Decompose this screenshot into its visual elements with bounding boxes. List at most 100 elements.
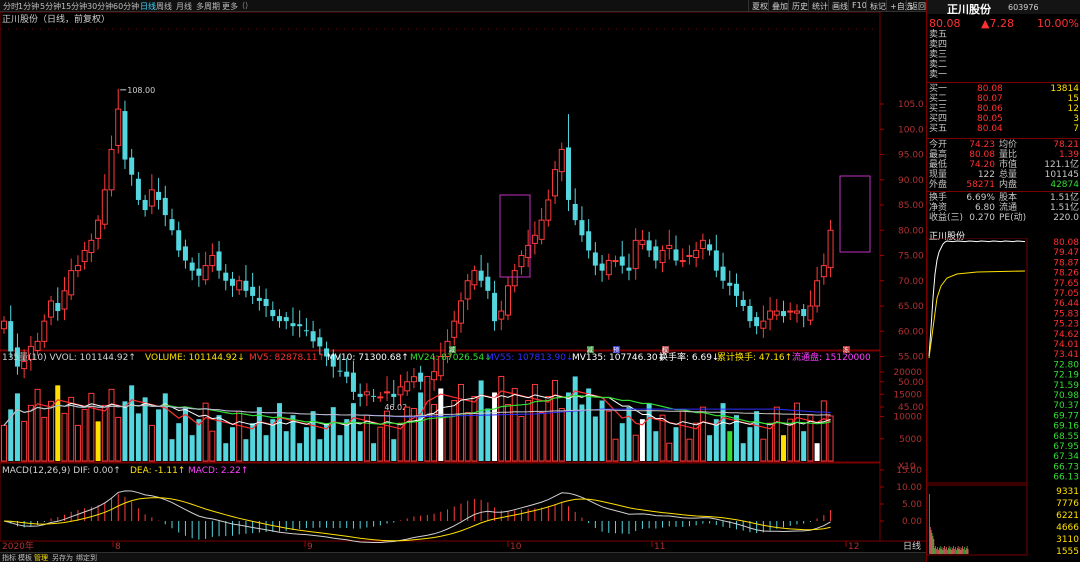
candle-body-up [767, 310, 774, 320]
intraday-volume-bar [941, 547, 943, 554]
indicator-toolbar: 指标 模板 管理 另存为 绑定到 [0, 552, 926, 562]
mini-price-label: 67.95 [1053, 442, 1079, 452]
mini-price-label: 76.44 [1053, 299, 1079, 309]
candle-body-up [108, 148, 115, 191]
price-axis-label: 45.00 [898, 403, 924, 413]
order-book-row: 买二 80.07 15 [929, 94, 1079, 104]
date-axis-month: 10 [510, 542, 522, 550]
period-tab[interactable]: 更多 [222, 1, 238, 12]
price-axis-label: 55.00 [898, 353, 924, 363]
period-tab[interactable]: 15分钟 [61, 1, 87, 12]
order-book: 卖五 卖四 卖三 卖二 卖一 买一 80.08 13814 买二 80.07 15 买三 80.06 12… [927, 30, 1080, 140]
volume-bar [740, 443, 746, 461]
candle-body-up [81, 249, 88, 263]
orderbook-divider [927, 82, 1080, 83]
period-tab[interactable]: 多周期 [196, 1, 220, 12]
indicator-tab[interactable]: 模板 [18, 553, 32, 562]
period-tab[interactable]: 月线 [176, 1, 192, 12]
candle-body-up [48, 300, 55, 318]
stat-value: 80.08 [969, 150, 995, 160]
candle-body-up [148, 189, 155, 207]
intraday-volume-bar [942, 550, 944, 554]
chart-area[interactable]: 正川股份（日线，前复权） 105.0 100.0 95.00 90.00 85.00 80.… [0, 11, 926, 552]
mv10-line [3, 393, 831, 426]
toolbar-button[interactable]: 夏权 [748, 0, 770, 11]
stat-label: 内盘 [999, 180, 1018, 190]
stats-row: 今开 74.23 均价 78.21 [929, 140, 1079, 150]
intraday-volume-bar [952, 548, 954, 554]
volume-bar [612, 438, 619, 462]
period-tab[interactable]: 60分钟 [113, 1, 139, 12]
order-label: 买二 [929, 94, 948, 104]
more-arrows-icon[interactable]: ⟨⟩ [242, 1, 248, 10]
candle-body-down [55, 302, 61, 312]
toolbar-button[interactable]: 统计 [808, 0, 830, 11]
stats-row: 最高 80.08 量比 1.39 [929, 150, 1079, 160]
volume-bar [498, 375, 505, 462]
volume-bar [101, 404, 108, 462]
indicator-tab[interactable]: 指标 [2, 553, 16, 562]
intraday-mini-chart[interactable]: 80.0879.4778.8778.2677.6577.0576.4475.83… [927, 238, 1080, 556]
candle-body-down [391, 393, 397, 397]
volume-bar [814, 443, 820, 461]
indicator-tab[interactable]: 绑定到 [76, 553, 97, 562]
volume-bar [781, 435, 787, 461]
period-tab[interactable]: 1分钟 [18, 1, 39, 12]
candle-body-down [733, 283, 739, 296]
macd-axis-label: 5.00 [902, 500, 922, 510]
candle-body-down [478, 270, 484, 281]
volume-bar [444, 416, 451, 462]
indicator-tab[interactable]: 管理 [34, 553, 48, 562]
volume-bar [95, 421, 101, 461]
candle-body-down [277, 316, 283, 322]
candle-body-up [209, 255, 216, 267]
stats-row: 外盘 58271 内盘 42874 [929, 180, 1079, 190]
stat-value: 74.20 [969, 160, 995, 170]
candle-body-down [283, 317, 289, 322]
volume-bar [283, 431, 289, 461]
toolbar-button[interactable]: 历史 [788, 0, 810, 11]
candle-body-down [129, 157, 135, 175]
toolbar-button[interactable]: 叠加 [768, 0, 790, 11]
mini-volume-label: 6221 [1056, 511, 1079, 521]
toolbar-button[interactable]: 标记 [866, 0, 888, 11]
candle-body-up [666, 244, 673, 249]
candle-body-up [404, 381, 411, 392]
mini-price-label: 66.13 [1053, 473, 1079, 483]
candle-body-down [599, 263, 605, 271]
intraday-volume-bar [966, 546, 968, 554]
volume-bar [653, 431, 659, 461]
price-change-pct: 10.00% [1037, 17, 1079, 30]
intraday-volume-bar [960, 550, 962, 554]
candle-body-up [236, 280, 243, 291]
candle-body-up [760, 320, 767, 329]
indicator-tab[interactable]: 另存为 [52, 553, 73, 562]
intraday-price-line [928, 240, 1026, 357]
period-tab[interactable]: 30分钟 [87, 1, 113, 12]
volume-legend-item: MV5: 82878.11↑ [249, 353, 325, 363]
order-price: 80.07 [977, 94, 1003, 104]
volume-legend-item: 累计换手: 47.16↑ [717, 351, 792, 363]
period-tab[interactable]: 分时 [3, 1, 19, 12]
volume-legend-item: MV135: 107746.30↓ [572, 353, 665, 363]
intraday-volume-bar [940, 549, 942, 554]
volume-bar [176, 423, 182, 461]
order-volume: 7 [1073, 124, 1079, 134]
candle-body-down [646, 240, 652, 251]
period-tab[interactable]: 日线 [140, 1, 156, 12]
volume-bar [511, 387, 518, 462]
intraday-volume-bar [943, 548, 945, 554]
toolbar-button[interactable]: 返回 [906, 0, 928, 11]
intraday-volume-bar [965, 550, 966, 554]
kline-chart[interactable]: 正川股份（日线，前复权）105.0100.095.0090.0085.0080.… [0, 11, 926, 552]
volume-bar [639, 419, 645, 461]
toolbar-button[interactable]: 画线 [828, 0, 850, 11]
volume-bar [659, 414, 666, 462]
mini-price-label: 68.55 [1053, 432, 1079, 442]
period-tab[interactable]: 5分钟 [40, 1, 61, 12]
period-tab[interactable]: 周线 [156, 1, 172, 12]
candle-body-down [747, 306, 753, 322]
volume-axis-label: 15000 [893, 390, 922, 400]
volume-bar [14, 393, 20, 461]
candle-body-down [572, 203, 578, 221]
